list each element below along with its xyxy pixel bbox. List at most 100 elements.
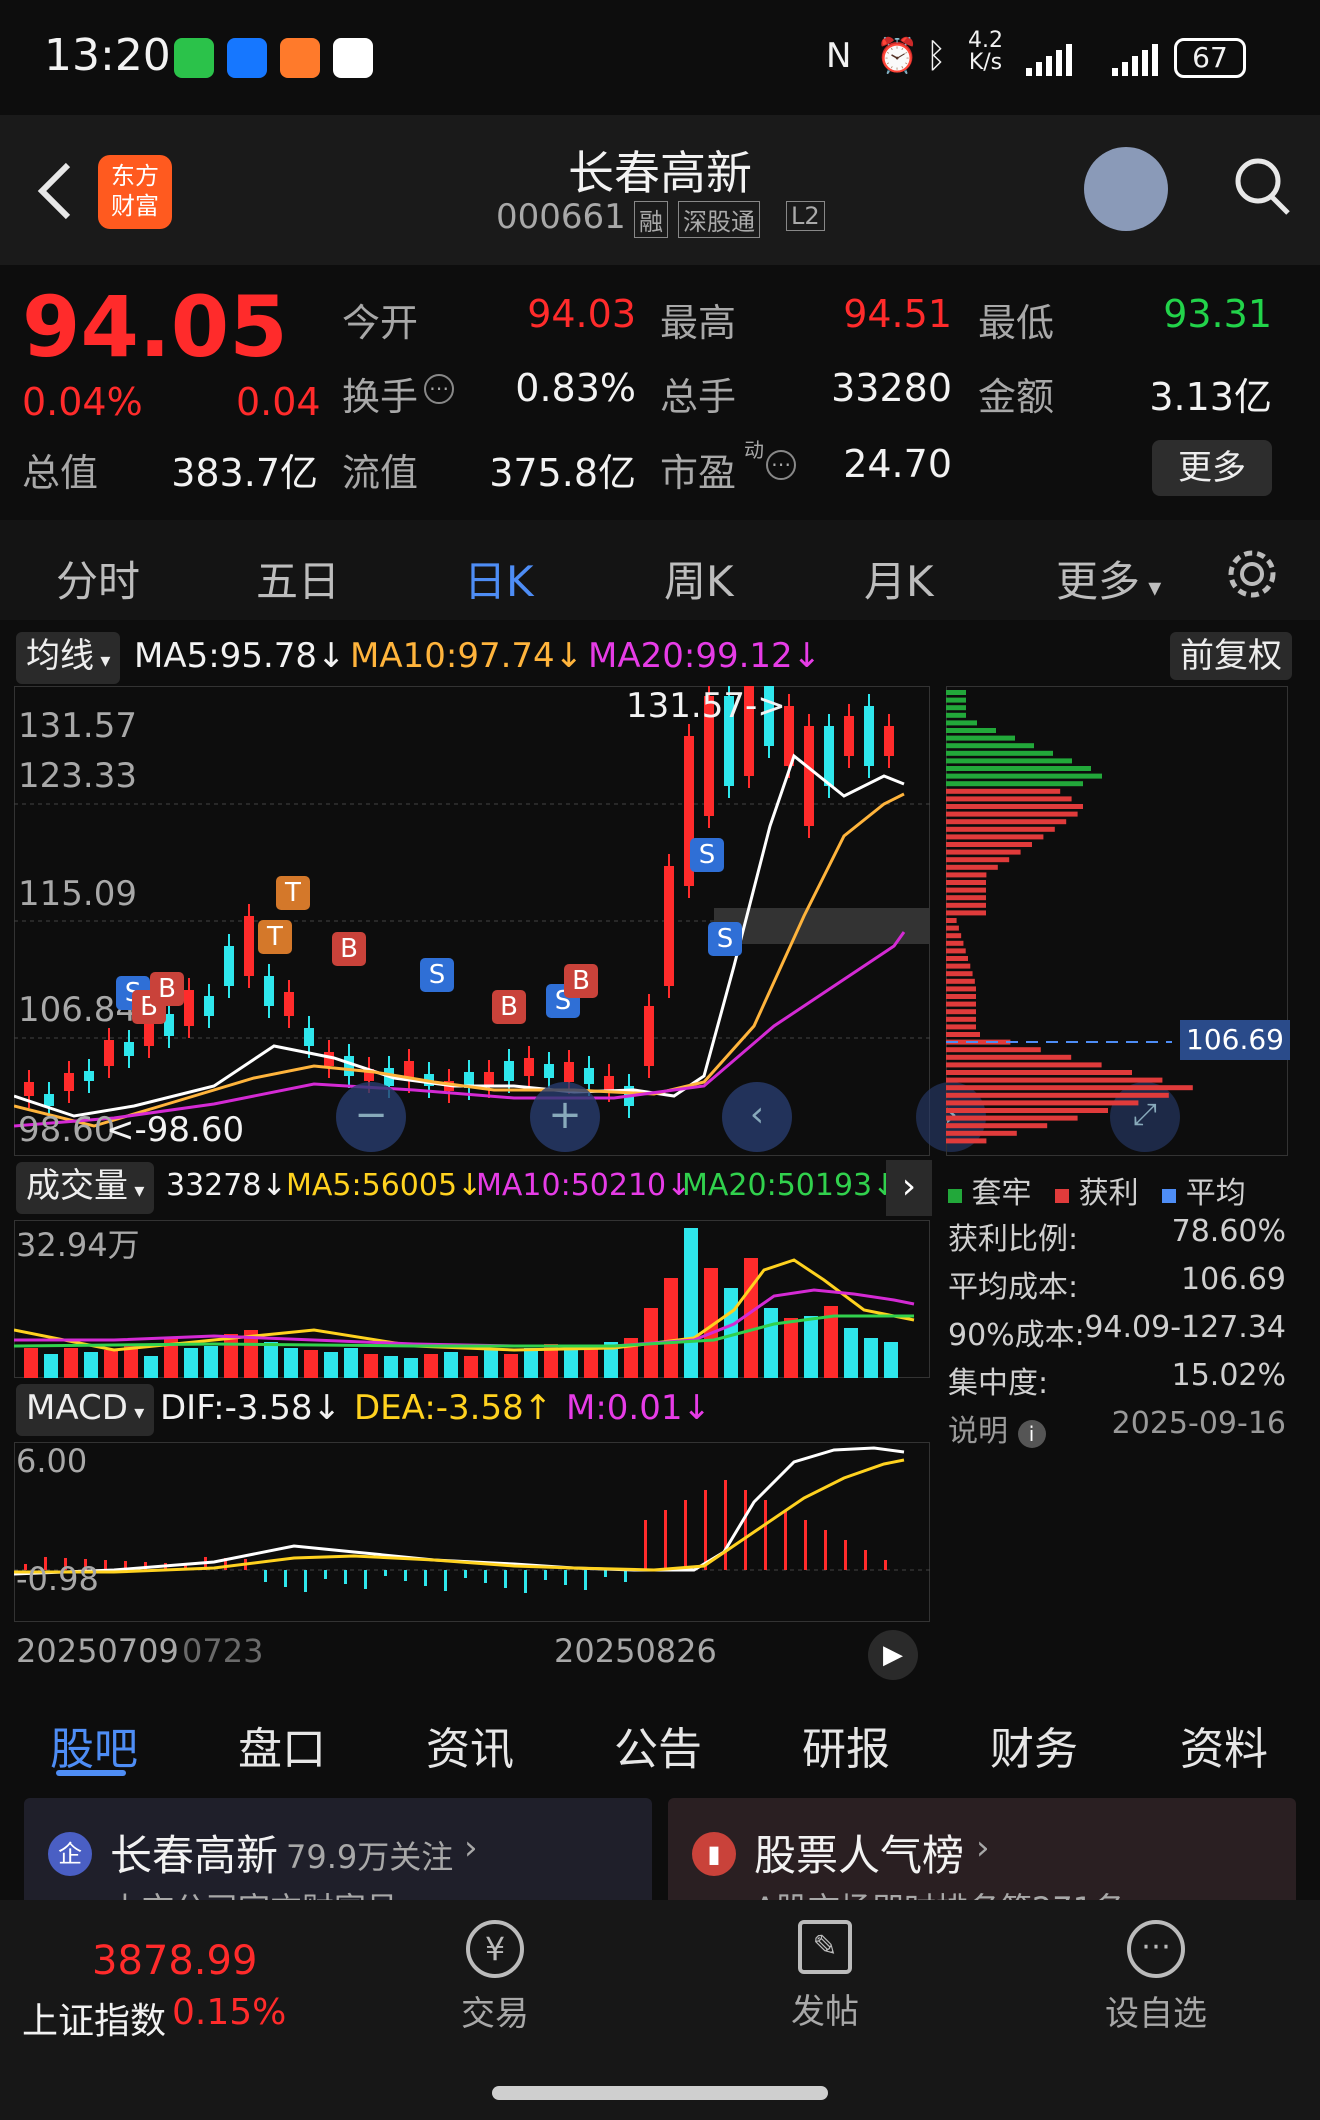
rank-chart-icon: ▮ <box>692 1832 736 1876</box>
volume-bar <box>464 1356 478 1378</box>
ma5-value: MA5:95.78↓ <box>134 636 346 676</box>
alipay-icon <box>227 38 267 78</box>
low-marker: <-98.60 <box>106 1110 245 1150</box>
tab-pankou[interactable]: 盘口 <box>238 1713 326 1777</box>
adjust-selector[interactable]: 前复权 <box>1170 632 1292 680</box>
chip-bar <box>946 849 1021 855</box>
nav-post[interactable]: ✎ 发帖 <box>770 1920 880 2033</box>
macd-bar <box>524 1570 527 1593</box>
change-amount: 0.04 <box>236 380 321 424</box>
chip-bar <box>946 690 966 695</box>
volume-bar <box>144 1356 158 1378</box>
volume-bar <box>44 1354 58 1378</box>
pan-left-button[interactable]: ‹ <box>722 1082 792 1152</box>
more-quote-button[interactable]: 更多 <box>1152 440 1272 496</box>
volume-current: 33278↓ <box>166 1168 287 1203</box>
tab-profile[interactable]: 资料 <box>1180 1713 1268 1777</box>
nav-trade[interactable]: ¥ 交易 <box>440 1920 550 2035</box>
candle-wick <box>328 1040 330 1078</box>
tab-weekly-k[interactable]: 周K <box>664 548 734 609</box>
candle-wick <box>668 854 670 998</box>
chip-average-cost: 平均成本: 106.69 <box>948 1262 1286 1305</box>
tab-daily-k[interactable]: 日K <box>464 548 534 609</box>
chip-bar <box>946 1123 1048 1129</box>
robot-assistant-icon[interactable] <box>1084 147 1168 231</box>
tab-five-day[interactable]: 五日 <box>256 548 340 609</box>
signal-sell-badge[interactable]: S <box>420 958 454 992</box>
candle-wick <box>268 964 270 1018</box>
chip-bar <box>946 902 986 908</box>
stock-header: 东方 财富 长春高新 000661 融 深股通 L2 <box>0 115 1320 265</box>
chip-bar <box>946 1009 976 1015</box>
kline-y-label-3: 115.09 <box>18 874 137 914</box>
volume-bar <box>204 1346 218 1378</box>
battery-icon: 67 <box>1174 38 1246 78</box>
tab-news[interactable]: 资讯 <box>426 1713 514 1777</box>
amount-label: 金额 <box>978 375 1055 419</box>
macd-bar <box>824 1530 827 1570</box>
volume-bar <box>884 1342 898 1378</box>
signal-buy-badge[interactable]: B <box>492 990 526 1024</box>
candle-wick <box>408 1049 410 1093</box>
volume-bar <box>784 1318 798 1378</box>
kline-chart[interactable] <box>14 686 930 1156</box>
signal-buy-badge[interactable]: B <box>564 964 598 998</box>
settings-gear-icon[interactable] <box>1226 548 1278 600</box>
play-button[interactable]: ▶ <box>868 1630 918 1680</box>
bluetooth-icon: ᛒ <box>926 36 947 76</box>
tab-guba[interactable]: 股吧 <box>50 1713 138 1777</box>
volume-bar <box>864 1338 878 1378</box>
signal-t-badge[interactable]: T <box>276 876 310 910</box>
pe-label: 市盈 <box>660 451 737 495</box>
volume-selector[interactable]: 成交量 ▾ <box>16 1162 155 1214</box>
net-speed-unit: K/s <box>968 50 1003 75</box>
macd-bar <box>884 1560 887 1570</box>
chip-bar <box>946 781 1083 787</box>
stock-code: 000661 <box>496 197 626 237</box>
chip-bar <box>946 940 964 946</box>
app-notification-icon-2 <box>333 38 373 78</box>
pe-info-icon[interactable]: ⋯ <box>766 450 796 480</box>
chip-bar <box>946 857 1010 863</box>
period-tabs: 分时 五日 日K 周K 月K 更多 ▾ <box>0 520 1320 620</box>
tab-more[interactable]: 更多 ▾ <box>1056 548 1161 609</box>
search-icon[interactable] <box>1232 155 1292 219</box>
signal-buy-badge[interactable]: B <box>150 972 184 1006</box>
nav-customize[interactable]: ⋯ 设自选 <box>1096 1920 1216 2035</box>
kline-y-label-1: 131.57 <box>18 706 137 746</box>
chip-bar <box>946 1108 1108 1113</box>
zoom-in-button[interactable]: + <box>530 1082 600 1152</box>
card-title: 长春高新 <box>110 1831 279 1880</box>
candle-wick <box>868 694 870 778</box>
tab-research[interactable]: 研报 <box>802 1713 890 1777</box>
tab-finance[interactable]: 财务 <box>990 1713 1078 1777</box>
pe-value: 24.70 <box>843 442 952 486</box>
candle-wick <box>688 724 690 898</box>
chip-bar <box>946 712 966 718</box>
zoom-out-button[interactable]: − <box>336 1082 406 1152</box>
macd-selector[interactable]: MACD ▾ <box>16 1384 155 1436</box>
signal-buy-badge[interactable]: B <box>332 932 366 966</box>
chip-bar <box>946 743 1034 749</box>
signal-sell-badge[interactable]: S <box>690 838 724 872</box>
candle-wick <box>208 984 210 1028</box>
volume-bar <box>504 1354 518 1378</box>
signal-t-badge[interactable]: T <box>258 920 292 954</box>
chip-bar <box>946 826 1055 832</box>
signal-sell-badge[interactable]: S <box>708 922 742 956</box>
high-label: 最高 <box>660 301 737 345</box>
ma-selector[interactable]: 均线 ▾ <box>16 632 121 684</box>
expand-indicators-button[interactable]: › <box>886 1160 932 1216</box>
tab-intraday[interactable]: 分时 <box>56 548 140 609</box>
company-account-card[interactable]: 企 长春高新 79.9万关注 › 上市公司官方财富号 <box>24 1798 652 1908</box>
tab-monthly-k[interactable]: 月K <box>864 548 934 609</box>
popularity-rank-card[interactable]: ▮ 股票人气榜 › A股市场即时排名第271名 <box>668 1798 1296 1908</box>
tab-announcements[interactable]: 公告 <box>614 1713 702 1777</box>
index-name[interactable]: 上证指数 <box>22 1992 166 2044</box>
macd-bar <box>384 1570 387 1576</box>
chip-bar <box>946 978 975 984</box>
card-followers: 79.9万关注 <box>286 1838 454 1876</box>
turnover-info-icon[interactable]: ⋯ <box>424 374 454 404</box>
active-tab-indicator <box>56 1770 126 1776</box>
chip-note[interactable]: 说明 i 2025-09-16 <box>948 1406 1286 1450</box>
